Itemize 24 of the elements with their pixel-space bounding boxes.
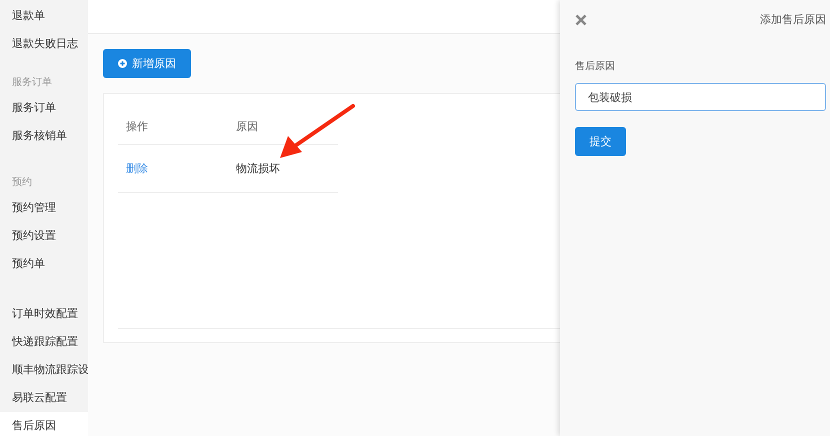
sidebar-item[interactable]: 预约单 bbox=[0, 250, 88, 278]
sidebar-item[interactable]: 订单时效配置 bbox=[0, 300, 88, 328]
sidebar-item[interactable]: 预约设置 bbox=[0, 222, 88, 250]
sidebar-item[interactable]: 快递跟踪配置 bbox=[0, 328, 88, 356]
panel-title: 添加售后原因 bbox=[760, 12, 826, 27]
field-label: 售后原因 bbox=[575, 60, 615, 73]
sidebar-item[interactable]: 顺丰物流跟踪设 bbox=[0, 356, 88, 384]
sidebar-item[interactable]: 售后原因 bbox=[0, 412, 88, 436]
submit-button[interactable]: 提交 bbox=[575, 127, 626, 156]
sidebar-item[interactable]: 易联云配置 bbox=[0, 384, 88, 412]
plus-icon bbox=[118, 59, 127, 68]
sidebar-heading: 服务订单 bbox=[11, 76, 53, 90]
reason-input[interactable]: 包装破损 bbox=[575, 83, 826, 111]
column-header: 操作 bbox=[125, 118, 149, 134]
sidebar-heading: 预约 bbox=[11, 176, 33, 190]
sidebar-item[interactable]: 服务核销单 bbox=[0, 122, 88, 150]
add-reason-button[interactable]: 新增原因 bbox=[103, 49, 191, 78]
sidebar-item[interactable]: 服务订单 bbox=[0, 94, 88, 122]
column-header: 原因 bbox=[235, 118, 258, 134]
close-icon[interactable] bbox=[575, 14, 587, 26]
sidebar-item[interactable]: 退款单 bbox=[0, 2, 88, 30]
sidebar-item[interactable]: 退款失败日志 bbox=[0, 30, 88, 58]
table-cell-text: 物流损坏 bbox=[235, 161, 280, 176]
sidebar-item[interactable]: 预约管理 bbox=[0, 194, 88, 222]
